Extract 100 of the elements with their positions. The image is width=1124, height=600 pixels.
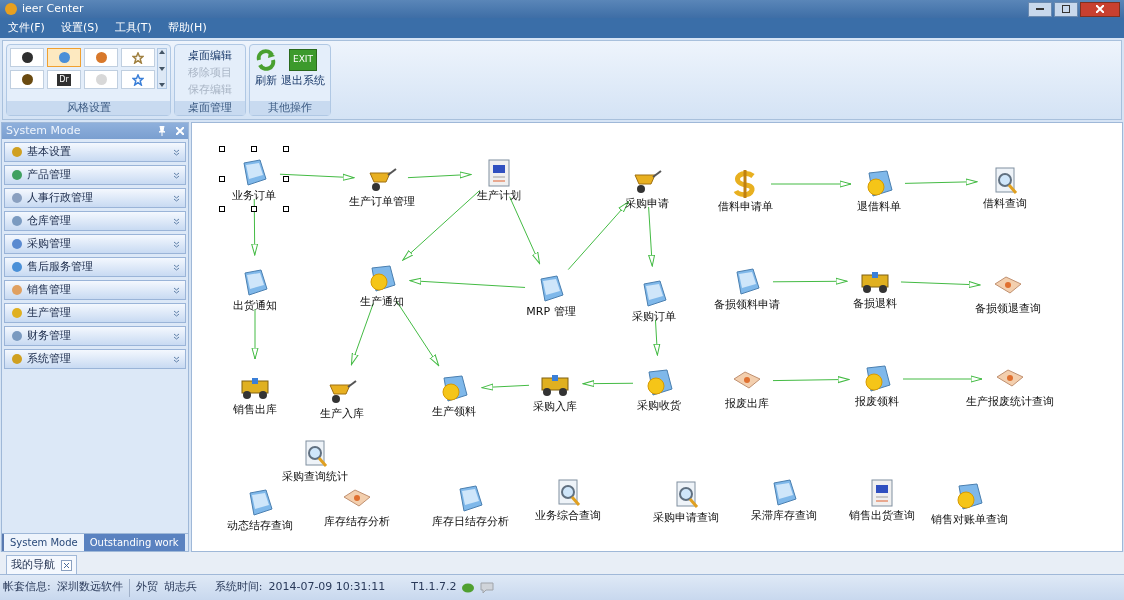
group-title: 桌面管理 [188, 99, 232, 116]
node-label[interactable]: 出货通知 [233, 299, 277, 313]
gallery-expand-icon [159, 83, 165, 87]
module-button[interactable]: 基本设置 [4, 142, 186, 162]
selection-handle[interactable] [219, 176, 225, 182]
ribbon-large-button[interactable]: 刷新 [255, 49, 277, 90]
node-label[interactable]: 采购申请 [625, 197, 669, 211]
status-value: 胡志兵 [163, 579, 197, 596]
minimize-icon [1036, 7, 1044, 11]
message-icon [480, 581, 495, 594]
style-option[interactable] [10, 48, 44, 67]
module-button[interactable]: 产品管理 [4, 165, 186, 185]
expand-chevron-icon [173, 240, 180, 248]
module-button[interactable]: 仓库管理 [4, 211, 186, 231]
node-label[interactable]: 生产领料 [432, 405, 476, 419]
gallery-scrollbar[interactable] [157, 48, 167, 89]
module-icon [10, 329, 24, 343]
app-logo-icon [4, 2, 18, 16]
node-label[interactable]: 生产通知 [360, 295, 404, 309]
close-button[interactable] [1080, 1, 1120, 17]
node-label[interactable]: 报废领料 [855, 395, 899, 409]
module-button[interactable]: 系统管理 [4, 349, 186, 369]
document-tab[interactable]: 我的导航 [6, 555, 77, 574]
module-icon [10, 168, 24, 182]
close-icon [1096, 5, 1104, 13]
menu-item[interactable]: 帮助(H) [167, 19, 207, 37]
status-value: 深圳数远软件 [56, 579, 123, 596]
selection-handle[interactable] [251, 146, 257, 152]
node-label[interactable]: 业务订单 [232, 189, 276, 203]
module-icon [10, 191, 24, 205]
node-label[interactable]: 生产计划 [477, 189, 521, 203]
node-label[interactable]: 备损退料 [853, 297, 897, 311]
node-label[interactable]: 生产报废统计查询 [966, 395, 1054, 409]
group-title: 风格设置 [66, 99, 111, 116]
node-label[interactable]: 销售对账单查询 [930, 513, 1008, 527]
menu-item[interactable]: 文件(F) [8, 19, 45, 37]
node-label[interactable]: MRP 管理 [526, 305, 576, 319]
pin-icon[interactable] [158, 126, 166, 136]
ribbon-button[interactable]: 桌面编辑 [188, 47, 232, 64]
node-label[interactable]: 销售出库 [233, 403, 277, 417]
group-title: 其他操作 [268, 99, 312, 116]
node-label[interactable]: 采购申请查询 [653, 511, 719, 525]
status-label: 帐套信息: [3, 579, 51, 596]
module-button[interactable]: 人事行政管理 [4, 188, 186, 208]
selection-handle[interactable] [251, 206, 257, 212]
module-icon [10, 260, 24, 274]
node-label[interactable]: 生产订单管理 [349, 195, 415, 209]
expand-chevron-icon [173, 217, 180, 225]
ribbon-large-button[interactable]: EXIT 退出系统 [281, 49, 325, 90]
selection-handle[interactable] [283, 176, 289, 182]
scroll-down-icon [159, 66, 165, 71]
node-label[interactable]: 借料申请单 [717, 200, 773, 214]
selection-handle[interactable] [283, 146, 289, 152]
status-label: 系统时间: [214, 579, 263, 596]
panel-title: System Mode [6, 122, 81, 139]
module-icon [10, 352, 24, 366]
style-option[interactable] [10, 70, 44, 89]
module-button[interactable]: 采购管理 [4, 234, 186, 254]
node-label[interactable]: 退借料单 [857, 200, 901, 214]
module-button[interactable]: 售后服务管理 [4, 257, 186, 277]
panel-tab[interactable]: Outstanding work [83, 534, 185, 551]
panel-tab[interactable]: System Mode [2, 534, 84, 551]
node-label[interactable]: 备损领料申请 [714, 298, 780, 312]
minimize-button[interactable] [1028, 1, 1052, 17]
module-button[interactable]: 财务管理 [4, 326, 186, 346]
module-button[interactable]: 销售管理 [4, 280, 186, 300]
version-text: T1.1.7.2 [411, 579, 457, 596]
expand-chevron-icon [173, 263, 180, 271]
menu-item[interactable]: 工具(T) [114, 19, 152, 37]
node-label[interactable]: 采购查询统计 [282, 470, 348, 484]
expand-chevron-icon [173, 286, 180, 294]
node-label[interactable]: 动态结存查询 [227, 519, 293, 533]
close-icon[interactable] [61, 559, 72, 571]
node-label[interactable]: 生产入库 [320, 407, 364, 421]
node-label[interactable]: 采购订单 [632, 310, 676, 324]
node-label[interactable]: 库存结存分析 [324, 515, 390, 529]
node-label[interactable]: 业务综合查询 [535, 509, 601, 523]
module-icon [10, 306, 24, 320]
node-label[interactable]: 库存日结存分析 [431, 515, 509, 529]
connector-arrow [648, 206, 656, 267]
node-label[interactable]: 采购入库 [533, 400, 577, 414]
style-label: Dr [57, 73, 71, 86]
maximize-button[interactable] [1054, 1, 1078, 17]
node-label[interactable]: 备损领退查询 [975, 302, 1041, 316]
selection-handle[interactable] [219, 206, 225, 212]
module-button[interactable]: 生产管理 [4, 303, 186, 323]
maximize-icon [1062, 5, 1070, 13]
exit-icon: EXIT [289, 49, 317, 71]
menu-item[interactable]: 设置(S) [60, 19, 99, 37]
node-label[interactable]: 销售出货查询 [849, 509, 915, 523]
expand-chevron-icon [173, 332, 180, 340]
module-icon [10, 237, 24, 251]
node-label[interactable]: 借料查询 [983, 197, 1027, 211]
node-label[interactable]: 呆滞库存查询 [751, 509, 817, 523]
node-label[interactable]: 采购收货 [637, 399, 681, 413]
selection-handle[interactable] [219, 146, 225, 152]
node-label[interactable]: 报废出库 [725, 397, 769, 411]
window-title: ieer Center [22, 0, 84, 17]
selection-handle[interactable] [283, 206, 289, 212]
style-option[interactable]: Dr [47, 70, 81, 89]
